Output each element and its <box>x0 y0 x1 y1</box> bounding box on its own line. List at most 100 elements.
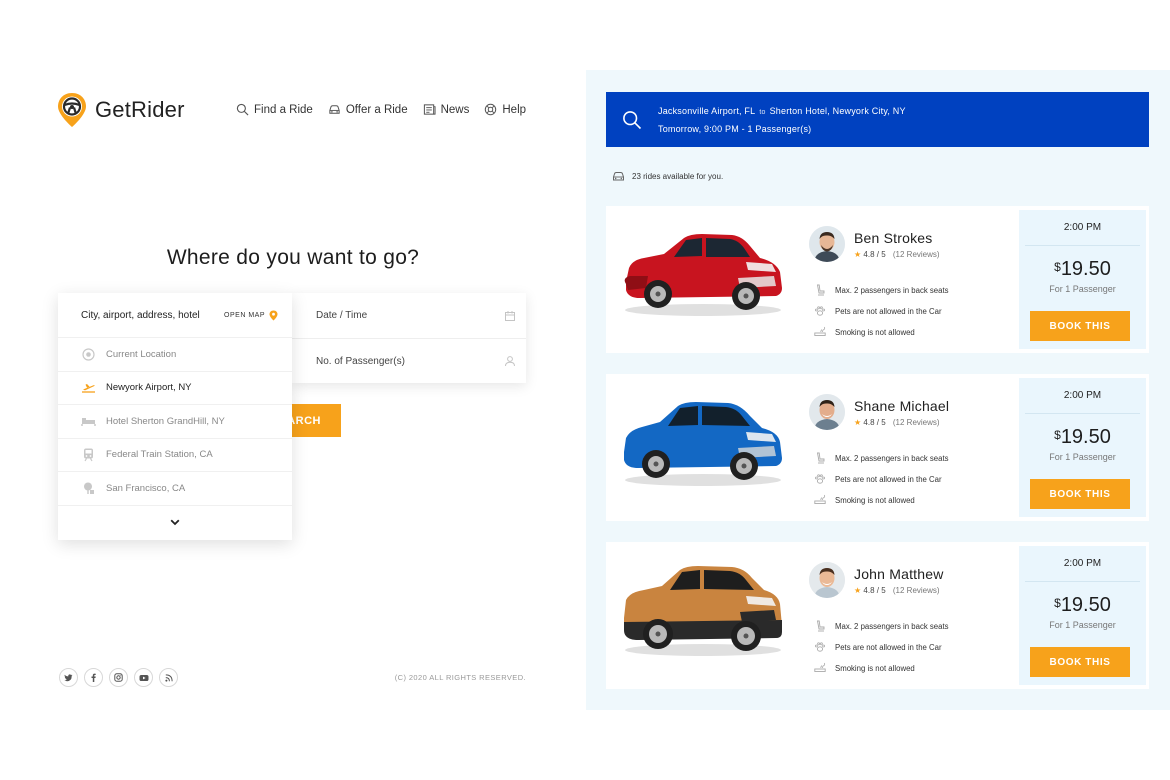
departure-time: 2:00 PM <box>1025 210 1140 246</box>
plane-icon <box>82 384 95 393</box>
dropdown-item-label: Current Location <box>106 348 177 360</box>
feature-text: Pets are not allowed in the Car <box>835 474 942 484</box>
trip-to-word: to <box>759 108 766 116</box>
dropdown-item-newyork-airport[interactable]: Newyork Airport, NY <box>58 370 292 405</box>
driver-rating: ★ 4.8 / 5 (12 Reviews) <box>854 250 940 259</box>
dropdown-item-current-location[interactable]: Current Location <box>58 337 292 371</box>
trip-summary-bar[interactable]: Jacksonville Airport, FL to Sherton Hotel,… <box>606 92 1149 147</box>
date-time-label: Date / Time <box>316 310 368 321</box>
price: $19.50 <box>1019 426 1146 449</box>
ride-card: Shane Michael ★ 4.8 / 5 (12 Reviews) Max… <box>606 374 1149 521</box>
rides-available-text: 23 rides available for you. <box>632 172 724 181</box>
driver-avatar[interactable] <box>809 394 845 430</box>
feature-text: Max. 2 passengers in back seats <box>835 285 949 295</box>
currency-symbol: $ <box>1054 260 1061 274</box>
dropdown-item-label: Hotel Sherton GrandHill, NY <box>106 415 225 427</box>
search-form: Date / Time No. of Passenger(s) <box>292 293 526 383</box>
feature-text: Smoking is not allowed <box>835 495 915 505</box>
star-icon: ★ <box>854 418 862 427</box>
feature-smoking: Smoking is not allowed <box>814 662 915 674</box>
nav-help[interactable]: Help <box>484 103 526 116</box>
brand-name: GetRider <box>95 97 185 122</box>
paw-icon <box>815 474 826 484</box>
facebook-icon[interactable] <box>84 668 103 687</box>
driver-name[interactable]: Shane Michael <box>854 398 949 414</box>
social-links <box>59 668 178 687</box>
no-smoking-icon <box>814 494 826 504</box>
no-smoking-icon <box>814 662 826 672</box>
review-count[interactable]: (12 Reviews) <box>893 250 940 259</box>
chevron-down-icon <box>170 519 180 525</box>
search-icon <box>623 110 642 129</box>
destination-input[interactable]: City, airport, address, hotel OPEN MAP <box>58 293 292 337</box>
passengers-label: No. of Passenger(s) <box>316 355 405 367</box>
star-icon: ★ <box>854 586 862 595</box>
book-this-button[interactable]: BOOK THIS <box>1030 647 1130 677</box>
passengers-field[interactable]: No. of Passenger(s) <box>292 338 526 383</box>
seat-icon <box>816 284 825 296</box>
seat-icon <box>816 452 825 464</box>
driver-rating: ★ 4.8 / 5 (12 Reviews) <box>854 586 940 595</box>
nav-label: Help <box>502 103 527 116</box>
price-box: 2:00 PM $19.50 For 1 Passenger BOOK THIS <box>1019 378 1146 517</box>
star-icon: ★ <box>854 250 862 259</box>
no-smoking-icon <box>814 326 826 336</box>
dropdown-item-san-francisco[interactable]: San Francisco, CA <box>58 471 292 505</box>
review-count[interactable]: (12 Reviews) <box>893 418 940 427</box>
price-box: 2:00 PM $19.50 For 1 Passenger BOOK THIS <box>1019 210 1146 349</box>
paw-icon <box>815 642 826 652</box>
paw-icon <box>815 306 826 316</box>
driver-name[interactable]: Ben Strokes <box>854 230 932 246</box>
date-time-field[interactable]: Date / Time <box>292 293 526 338</box>
price-note: For 1 Passenger <box>1049 284 1116 294</box>
results-panel: Jacksonville Airport, FL to Sherton Hotel,… <box>586 70 1170 710</box>
trip-from: Jacksonville Airport, FL <box>658 105 756 116</box>
driver-name[interactable]: John Matthew <box>854 566 944 582</box>
search-icon <box>236 103 249 116</box>
nav-find-ride[interactable]: Find a Ride <box>236 103 313 116</box>
news-icon <box>423 104 436 115</box>
user-icon <box>505 356 515 367</box>
dropdown-more-button[interactable] <box>58 504 292 539</box>
feature-text: Smoking is not allowed <box>835 663 915 673</box>
price-amount: 19.50 <box>1060 426 1111 448</box>
rating-value: 4.8 / 5 <box>863 250 886 259</box>
dropdown-item-train-station[interactable]: Federal Train Station, CA <box>58 437 292 472</box>
location-target-icon <box>82 348 95 361</box>
rss-icon[interactable] <box>159 668 178 687</box>
price: $19.50 <box>1019 594 1146 617</box>
nav-label: News <box>440 103 470 116</box>
nav-offer-ride[interactable]: Offer a Ride <box>328 103 408 116</box>
feature-smoking: Smoking is not allowed <box>814 326 915 338</box>
youtube-icon[interactable] <box>134 668 153 687</box>
logo[interactable]: GetRider <box>57 92 185 128</box>
dropdown-item-hotel[interactable]: Hotel Sherton GrandHill, NY <box>58 404 292 438</box>
book-this-button[interactable]: BOOK THIS <box>1030 479 1130 509</box>
nav-news[interactable]: News <box>423 103 470 116</box>
driver-avatar[interactable] <box>809 226 845 262</box>
feature-smoking: Smoking is not allowed <box>814 494 915 506</box>
location-dropdown: City, airport, address, hotel OPEN MAP C… <box>58 293 292 540</box>
feature-text: Pets are not allowed in the Car <box>835 642 942 652</box>
price-amount: 19.50 <box>1060 594 1111 616</box>
driver-avatar[interactable] <box>809 562 845 598</box>
rating-value: 4.8 / 5 <box>863 418 886 427</box>
feature-text: Max. 2 passengers in back seats <box>835 453 949 463</box>
driver-rating: ★ 4.8 / 5 (12 Reviews) <box>854 418 940 427</box>
nav-label: Offer a Ride <box>345 103 408 116</box>
instagram-icon[interactable] <box>109 668 128 687</box>
hero-title: Where do you want to go? <box>166 246 420 269</box>
review-count[interactable]: (12 Reviews) <box>893 586 940 595</box>
twitter-icon[interactable] <box>59 668 78 687</box>
car-image <box>624 566 782 656</box>
tree-icon <box>84 482 94 494</box>
feature-pets: Pets are not allowed in the Car <box>814 641 942 653</box>
dropdown-item-label: Newyork Airport, NY <box>106 382 192 394</box>
open-map-label: OPEN MAP <box>224 311 265 319</box>
feature-seats: Max. 2 passengers in back seats <box>814 284 949 296</box>
open-map-link[interactable]: OPEN MAP <box>224 310 278 321</box>
feature-text: Max. 2 passengers in back seats <box>835 621 949 631</box>
departure-time: 2:00 PM <box>1025 378 1140 414</box>
book-this-button[interactable]: BOOK THIS <box>1030 311 1130 341</box>
rating-value: 4.8 / 5 <box>863 586 886 595</box>
